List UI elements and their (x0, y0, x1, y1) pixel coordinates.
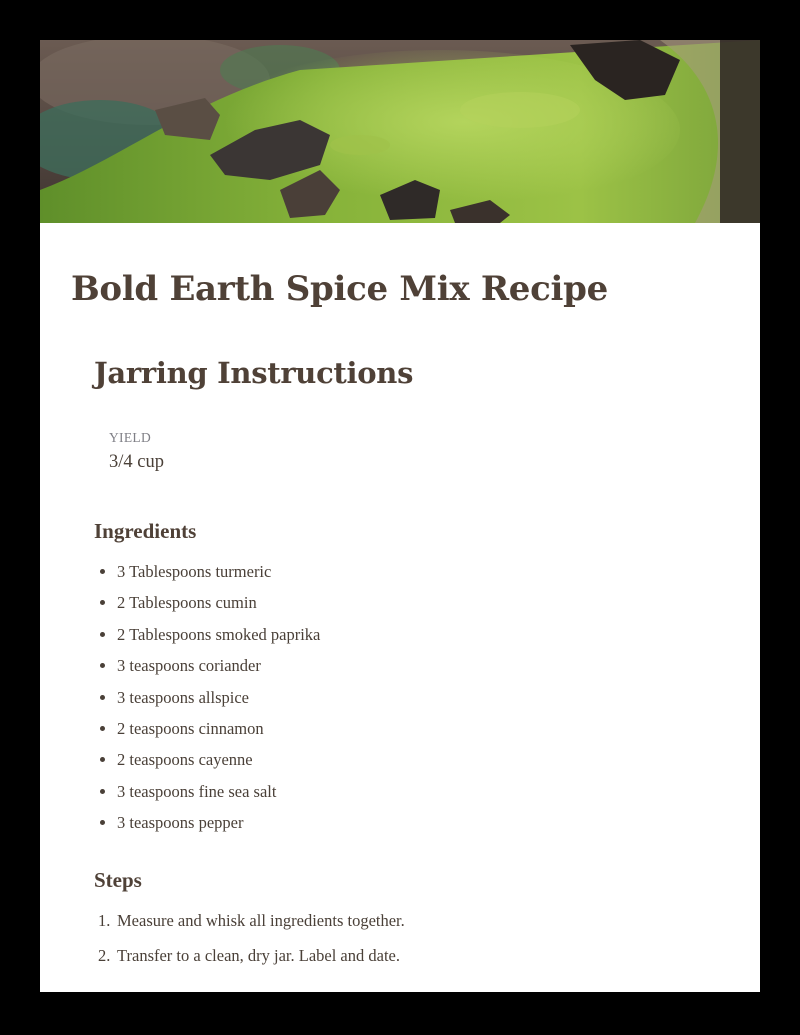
steps-list: 1. Measure and whisk all ingredients toge… (94, 906, 405, 976)
yield-label: YIELD (109, 430, 151, 445)
ingredient-item: 3 teaspoons coriander (94, 650, 320, 681)
step-number: 1. (98, 911, 111, 930)
section-title: Jarring Instructions (94, 356, 414, 390)
step-number: 2. (98, 946, 111, 965)
bullet-icon (100, 631, 105, 637)
ingredient-text: 2 Tablespoons smoked paprika (117, 624, 321, 644)
bullet-icon (100, 694, 105, 700)
moss-log-photo (40, 40, 760, 223)
ingredient-item: 2 Tablespoons smoked paprika (94, 619, 320, 650)
ingredient-text: 3 teaspoons pepper (117, 813, 244, 832)
steps-heading: Steps (94, 868, 142, 892)
ingredients-heading: Ingredients (94, 519, 197, 543)
recipe-title: Bold Earth Spice Mix Recipe (71, 269, 608, 309)
bullet-icon (100, 820, 105, 825)
bullet-icon (100, 663, 105, 669)
ingredient-text: 3 teaspoons allspice (117, 687, 249, 707)
ingredients-list: 3 Tablespoons turmeric 2 Tablespoons cum… (94, 556, 320, 838)
bullet-icon (100, 569, 105, 574)
bullet-icon (100, 600, 105, 606)
bullet-icon (100, 788, 105, 794)
step-item: 2. Transfer to a clean, dry jar. Label an… (94, 941, 405, 976)
ingredient-item: 2 teaspoons cayenne (94, 744, 320, 775)
ingredient-text: 2 teaspoons cinnamon (117, 718, 264, 738)
ingredient-text: 3 teaspoons fine sea salt (117, 781, 277, 801)
recipe-page: Bold Earth Spice Mix Recipe Jarring Inst… (40, 40, 760, 992)
ingredient-item: 3 teaspoons allspice (94, 682, 320, 713)
step-item: 1. Measure and whisk all ingredients toge… (94, 906, 405, 941)
ingredient-text: 2 teaspoons cayenne (117, 750, 253, 770)
ingredient-text: 2 Tablespoons cumin (117, 593, 257, 613)
yield-value: 3/4 cup (109, 452, 164, 472)
hero-image (40, 40, 760, 223)
bullet-icon (100, 725, 105, 731)
ingredient-item: 3 Tablespoons turmeric (94, 556, 320, 587)
ingredient-item: 3 teaspoons pepper (94, 807, 320, 838)
step-text: Measure and whisk all ingredients togeth… (117, 911, 405, 930)
ingredient-text: 3 teaspoons coriander (117, 656, 261, 676)
ingredient-item: 2 teaspoons cinnamon (94, 713, 320, 744)
bullet-icon (100, 757, 105, 763)
ingredient-text: 3 Tablespoons turmeric (117, 562, 272, 581)
ingredient-item: 3 teaspoons fine sea salt (94, 776, 320, 807)
ingredient-item: 2 Tablespoons cumin (94, 587, 320, 618)
step-text: Transfer to a clean, dry jar. Label and … (117, 946, 400, 965)
